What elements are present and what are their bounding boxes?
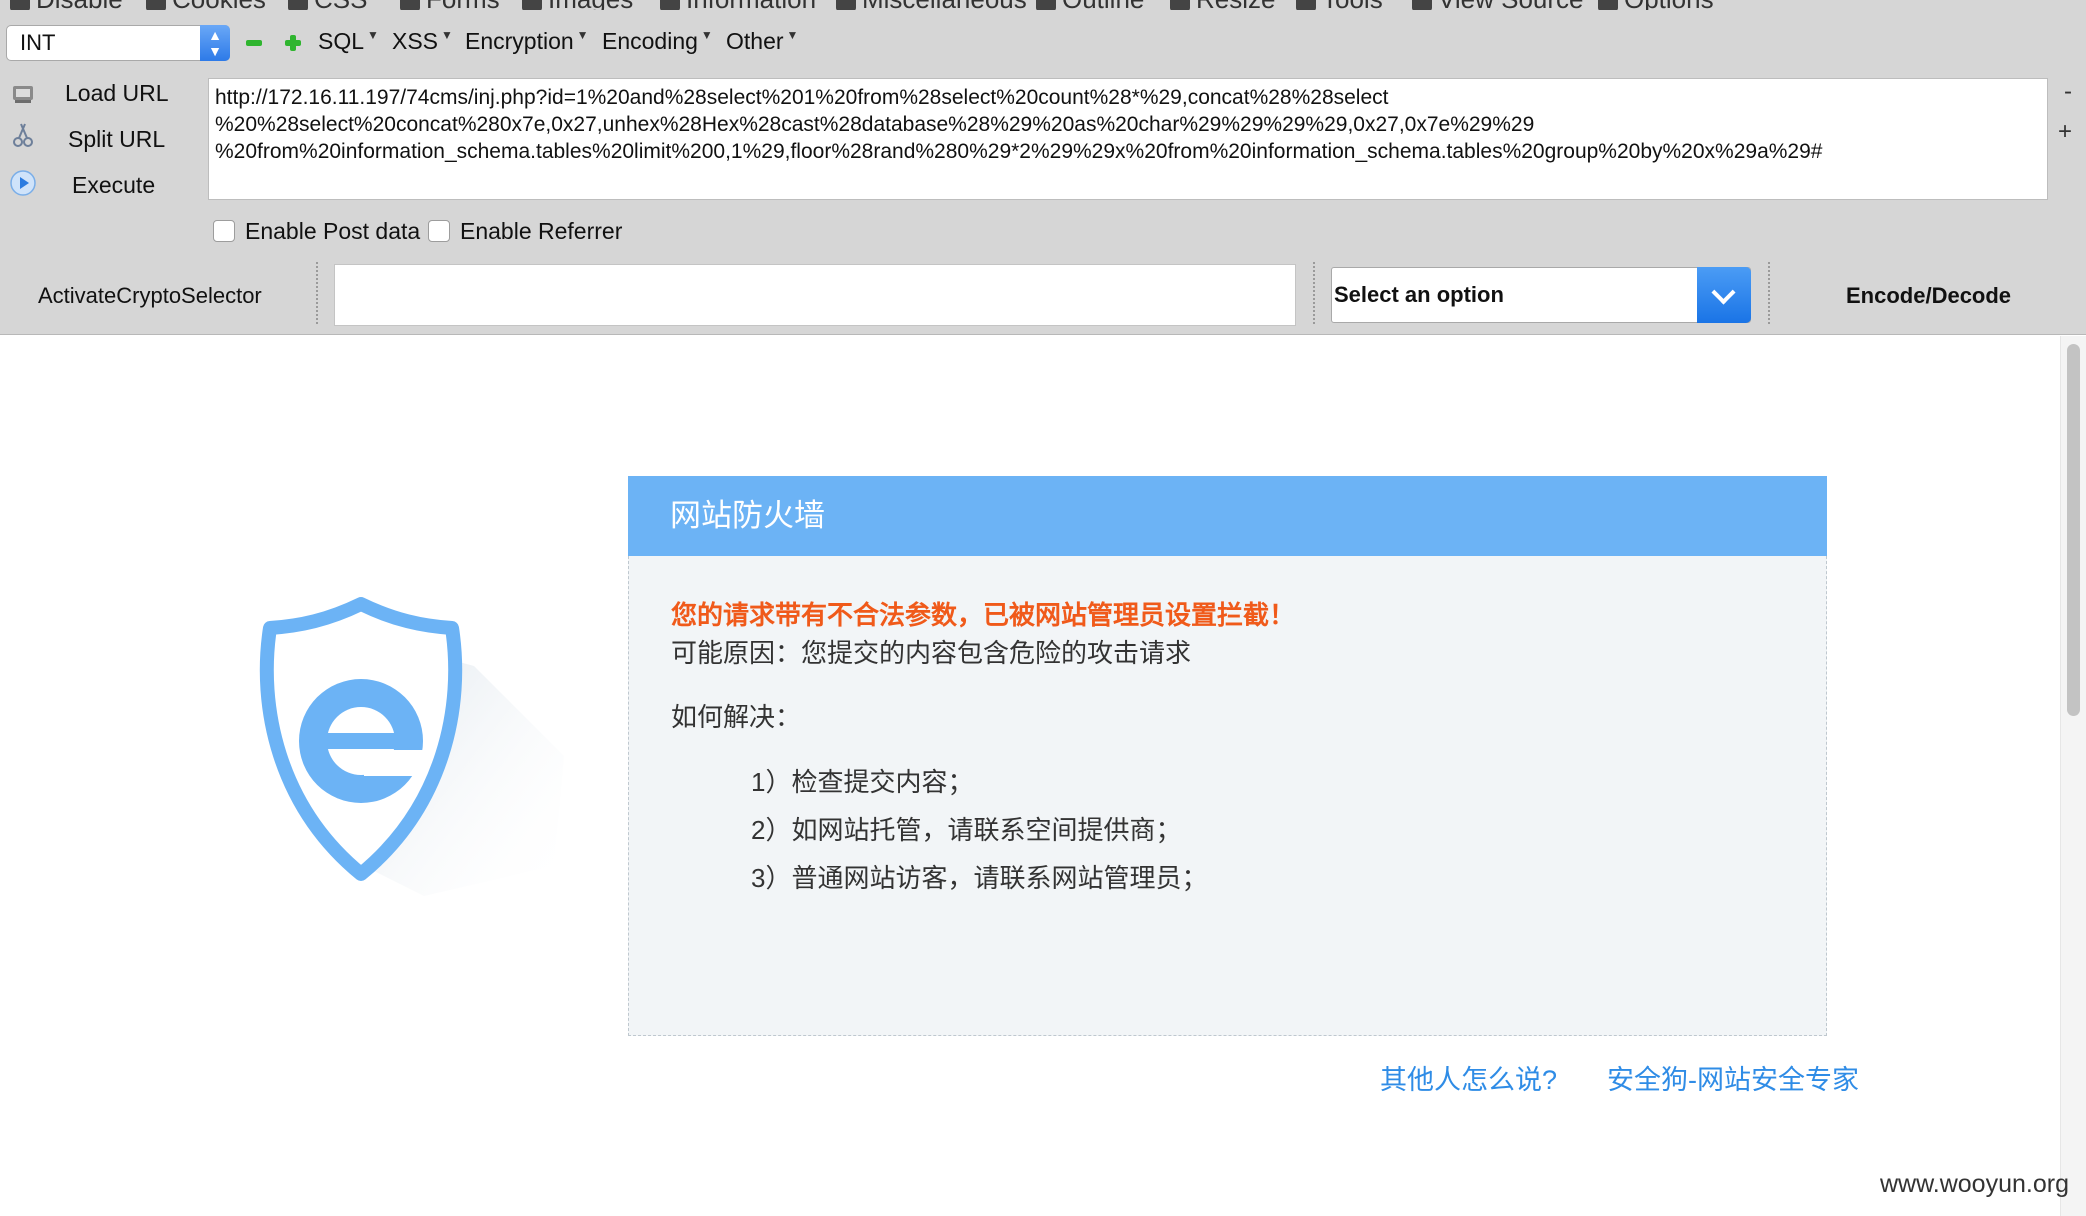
vertical-scrollbar[interactable] bbox=[2060, 336, 2086, 1216]
solution-step: 1）检查提交内容； bbox=[751, 767, 974, 797]
crypto-text-input[interactable] bbox=[334, 264, 1296, 326]
split-url-button[interactable]: Split URL bbox=[68, 126, 165, 153]
menu-other[interactable]: Other ▼ bbox=[726, 28, 798, 55]
miscellaneous-icon bbox=[836, 0, 856, 10]
grow-textarea-button[interactable]: + bbox=[2058, 118, 2072, 146]
top-menu-outline[interactable]: Outline bbox=[1036, 0, 1144, 10]
top-menu-strip: Disable Cookies CSS Forms Images Informa… bbox=[0, 0, 2086, 10]
images-icon bbox=[522, 0, 542, 10]
outline-icon bbox=[1036, 0, 1056, 10]
top-menu-tools[interactable]: Tools bbox=[1296, 0, 1383, 10]
top-menu-forms[interactable]: Forms bbox=[400, 0, 500, 10]
solution-heading: 如何解决： bbox=[671, 702, 802, 732]
enable-referrer-checkbox[interactable]: Enable Referrer bbox=[428, 218, 622, 245]
divider bbox=[316, 262, 318, 324]
url-textarea[interactable]: http://172.16.11.197/74cms/inj.php?id=1%… bbox=[208, 78, 2048, 200]
top-menu-cookies[interactable]: Cookies bbox=[146, 0, 266, 10]
waf-block-panel: 网站防火墙 您的请求带有不合法参数，已被网站管理员设置拦截！ 可能原因：您提交的… bbox=[628, 476, 1827, 1036]
activate-crypto-selector-button[interactable]: ActivateCryptoSelector bbox=[38, 283, 262, 309]
panel-body: 您的请求带有不合法参数，已被网站管理员设置拦截！ 可能原因：您提交的内容包含危险… bbox=[628, 556, 1827, 1036]
information-icon bbox=[660, 0, 680, 10]
view-source-icon bbox=[1412, 0, 1432, 10]
tools-icon bbox=[1296, 0, 1316, 10]
encode-decode-button[interactable]: Encode/Decode bbox=[1846, 283, 2011, 309]
watermark: www.wooyun.org bbox=[1880, 1170, 2069, 1198]
caret-down-icon: ▼ bbox=[576, 28, 589, 42]
menu-encoding[interactable]: Encoding ▼ bbox=[602, 28, 713, 55]
checkbox-box[interactable] bbox=[428, 220, 450, 242]
menu-encryption[interactable]: Encryption ▼ bbox=[465, 28, 589, 55]
css-icon bbox=[288, 0, 308, 10]
decrease-button[interactable] bbox=[243, 32, 265, 54]
hackbar-menu-row: INT ▲ ▼ SQL ▼ XSS ▼ Encryption ▼ Encoding ▼ O… bbox=[0, 20, 2086, 66]
panel-title: 网站防火墙 bbox=[628, 476, 1827, 556]
execute-play-icon bbox=[10, 170, 36, 196]
enable-post-data-checkbox[interactable]: Enable Post data bbox=[213, 218, 420, 245]
safedog-shield-logo-icon bbox=[259, 597, 564, 896]
divider bbox=[1313, 262, 1315, 324]
top-menu-view-source[interactable]: View Source bbox=[1412, 0, 1584, 10]
split-url-scissors-icon bbox=[13, 123, 33, 147]
top-menu-disable[interactable]: Disable bbox=[10, 0, 123, 10]
top-menu-options[interactable]: Options bbox=[1598, 0, 1714, 10]
increase-button[interactable] bbox=[282, 32, 304, 54]
forms-icon bbox=[400, 0, 420, 10]
cookies-icon bbox=[146, 0, 166, 10]
safedog-link[interactable]: 安全狗-网站安全专家 bbox=[1607, 1065, 1859, 1095]
int-type-select[interactable]: INT ▲ ▼ bbox=[6, 25, 230, 61]
caret-down-icon: ▼ bbox=[700, 28, 713, 42]
resize-icon bbox=[1170, 0, 1190, 10]
block-warning: 您的请求带有不合法参数，已被网站管理员设置拦截！ bbox=[671, 600, 1296, 630]
crypto-option-select[interactable]: Select an option bbox=[1331, 267, 1751, 323]
load-url-icon bbox=[13, 86, 33, 103]
hackbar-toolbar: Disable Cookies CSS Forms Images Informa… bbox=[0, 0, 2086, 335]
load-url-button[interactable]: Load URL bbox=[65, 80, 169, 107]
options-icon bbox=[1598, 0, 1618, 10]
shrink-textarea-button[interactable]: - bbox=[2064, 78, 2072, 106]
top-menu-css[interactable]: CSS bbox=[288, 0, 367, 10]
disable-icon bbox=[10, 0, 30, 10]
execute-button[interactable]: Execute bbox=[72, 172, 155, 199]
divider bbox=[1768, 262, 1770, 324]
chevron-down-icon bbox=[1697, 267, 1751, 323]
scrollbar-thumb[interactable] bbox=[2067, 344, 2080, 716]
block-reason: 可能原因：您提交的内容包含危险的攻击请求 bbox=[671, 638, 1192, 668]
top-menu-resize[interactable]: Resize bbox=[1170, 0, 1275, 10]
others-say-link[interactable]: 其他人怎么说? bbox=[1380, 1065, 1557, 1095]
solution-steps: 1）检查提交内容； 2）如网站托管，请联系空间提供商； 3）普通网站访客，请联系… bbox=[671, 758, 1784, 902]
footer-links: 其他人怎么说? 安全狗-网站安全专家 bbox=[1330, 1058, 1859, 1097]
caret-down-icon: ▼ bbox=[441, 28, 453, 42]
caret-down-icon: ▼ bbox=[786, 28, 799, 42]
solution-step: 3）普通网站访客，请联系网站管理员； bbox=[751, 863, 1208, 893]
solution-step: 2）如网站托管，请联系空间提供商； bbox=[751, 815, 1182, 845]
up-down-arrows-icon: ▲ ▼ bbox=[200, 25, 230, 61]
caret-down-icon: ▼ bbox=[367, 28, 379, 42]
checkbox-box[interactable] bbox=[213, 220, 235, 242]
menu-sql[interactable]: SQL ▼ bbox=[318, 28, 379, 55]
top-menu-information[interactable]: Information bbox=[660, 0, 816, 10]
top-menu-miscellaneous[interactable]: Miscellaneous bbox=[836, 0, 1027, 10]
top-menu-images[interactable]: Images bbox=[522, 0, 633, 10]
menu-xss[interactable]: XSS ▼ bbox=[392, 28, 453, 55]
